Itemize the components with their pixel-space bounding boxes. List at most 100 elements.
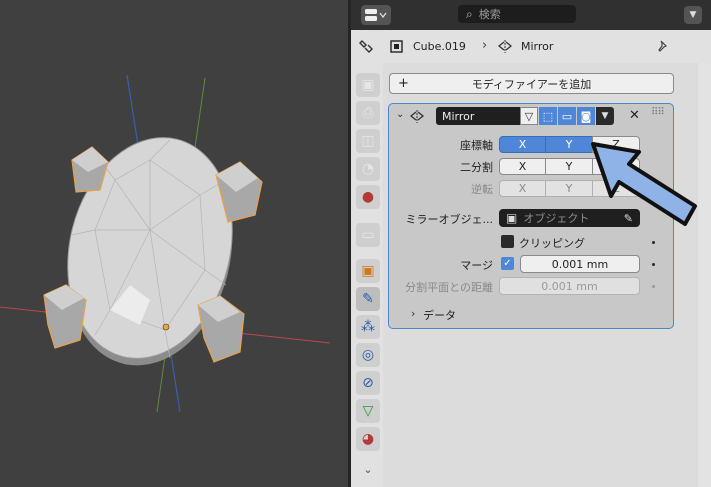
breadcrumb-separator: › <box>482 38 488 53</box>
axis-y-toggle[interactable]: Y <box>545 136 593 153</box>
tab-modifiers[interactable]: ✎ <box>356 287 380 311</box>
viewport-toggle[interactable]: ▭ <box>558 107 576 125</box>
dropdown-chevron-icon: ▼ <box>601 111 609 121</box>
merge-distance-value: 0.001 mm <box>551 257 609 271</box>
panel-scrollbar[interactable] <box>698 63 711 487</box>
search-field[interactable]: ⌕ 検索 <box>458 5 576 23</box>
search-icon: ⌕ <box>466 6 473 21</box>
scene-icon: ◔ <box>361 161 375 177</box>
edit-mode-cage-toggle[interactable]: ▽ <box>520 107 538 125</box>
modifier-name-field[interactable]: Mirror <box>436 107 520 125</box>
render-toggle[interactable]: ◙ <box>577 107 595 125</box>
pointer-arrow-annotation <box>591 142 697 226</box>
physics-icon: ◎ <box>361 347 375 363</box>
mirror-object-placeholder: オブジェクト <box>523 212 590 225</box>
bisect-distance-field[interactable]: 0.001 mm <box>499 277 640 295</box>
collection-icon: ▭ <box>361 227 375 243</box>
chevron-down-icon: ⌄ <box>363 462 373 476</box>
menu-chevron-button[interactable]: ▼ <box>684 6 702 24</box>
bisect-distance-label: 分割平面との距離 <box>405 281 493 294</box>
3d-viewport[interactable] <box>0 0 348 487</box>
constraints-icon: ⊘ <box>362 375 374 391</box>
breadcrumb-modifier[interactable]: Mirror <box>521 40 553 53</box>
render-icon: ▣ <box>361 77 375 93</box>
flip-y-toggle[interactable]: Y <box>545 180 593 197</box>
edit-mode-toggle[interactable]: ⬚ <box>539 107 557 125</box>
modifier-stack: + モディファイアーを追加 ⌄ Mirror ▽ ⬚ ▭ ◙ ▼ ✕ ⠿⠿ 座標… <box>383 63 711 487</box>
tab-view-layer[interactable]: ◫ <box>356 129 380 153</box>
data-subpanel-label[interactable]: データ <box>423 307 456 323</box>
add-modifier-label: モディファイアーを追加 <box>471 77 592 91</box>
bisect-label: 二分割 <box>460 161 493 174</box>
modifier-header: ⌄ Mirror ▽ ⬚ ▭ ◙ ▼ ✕ ⠿⠿ <box>389 104 673 128</box>
mirror-type-icon <box>409 110 425 123</box>
mirror-object-label: ミラーオブジェ... <box>405 213 494 226</box>
mirror-cube-bottom-right[interactable] <box>197 295 245 363</box>
data-expand-chevron-icon[interactable]: › <box>411 307 415 320</box>
context-header: Cube.019 › Mirror <box>351 30 711 63</box>
keyframe-dot[interactable] <box>652 263 655 266</box>
merge-label: マージ <box>460 259 493 272</box>
axis-y-label: Y <box>565 138 573 151</box>
wrench-tool-icon[interactable] <box>359 39 375 55</box>
tab-material[interactable]: ◕ <box>356 427 380 451</box>
collapse-chevron-icon[interactable]: ⌄ <box>396 109 404 120</box>
flip-x-label: X <box>518 182 527 195</box>
search-placeholder: 検索 <box>478 8 501 21</box>
flip-y-label: Y <box>565 182 573 195</box>
editor-type-icon <box>365 9 387 21</box>
remove-modifier-icon[interactable]: ✕ <box>629 108 640 123</box>
plus-icon: + <box>398 76 409 91</box>
object-square-icon <box>390 40 403 53</box>
bisect-y-toggle[interactable]: Y <box>545 158 593 175</box>
object-icon: ▣ <box>361 263 375 279</box>
object-picker-icon: ▣ <box>506 211 518 225</box>
world-icon: ● <box>361 189 375 205</box>
particles-icon: ⁂ <box>361 319 375 335</box>
tab-constraints[interactable]: ⊘ <box>356 371 380 395</box>
tab-output[interactable]: ⎙ <box>356 101 380 125</box>
clipping-checkbox[interactable] <box>501 235 514 248</box>
viewport-scene <box>0 74 331 413</box>
bisect-x-label: X <box>518 160 527 173</box>
tab-physics[interactable]: ◎ <box>356 343 380 367</box>
merge-distance-field[interactable]: 0.001 mm <box>520 255 640 273</box>
checkmark-icon: ✓ <box>503 258 512 269</box>
axis-label: 座標軸 <box>460 139 493 152</box>
menu-chevron-icon: ▼ <box>689 10 697 20</box>
bisect-distance-value: 0.001 mm <box>541 279 598 293</box>
modifier-dropdown[interactable]: ▼ <box>596 107 614 125</box>
tab-data[interactable]: ▽ <box>356 399 380 423</box>
camera-icon: ◙ <box>580 109 592 123</box>
bisect-x-toggle[interactable]: X <box>499 158 546 175</box>
tab-render[interactable]: ▣ <box>356 73 380 97</box>
tab-scene[interactable]: ◔ <box>356 157 380 181</box>
tab-object[interactable]: ▣ <box>356 259 380 283</box>
tab-more[interactable]: ⌄ <box>356 457 380 481</box>
output-icon: ⎙ <box>362 105 374 121</box>
properties-tabs: ▣ ⎙ ◫ ◔ ● ▭ ▣ ✎ ⁂ ◎ ⊘ ▽ ◕ ⌄ <box>351 63 383 487</box>
merge-checkbox[interactable]: ✓ <box>501 257 514 270</box>
data-icon: ▽ <box>362 403 374 419</box>
tab-world[interactable]: ● <box>356 185 380 209</box>
origin-point <box>162 323 170 331</box>
tab-collection[interactable]: ▭ <box>356 223 380 247</box>
modifier-name: Mirror <box>442 109 475 123</box>
tab-particles[interactable]: ⁂ <box>356 315 380 339</box>
object-name[interactable]: Cube.019 <box>413 40 466 53</box>
flip-x-toggle[interactable]: X <box>499 180 546 197</box>
material-icon: ◕ <box>361 431 375 447</box>
monitor-icon: ▭ <box>561 109 573 123</box>
keyframe-dot[interactable] <box>652 285 655 288</box>
drag-handle-icon[interactable]: ⠿⠿ <box>651 107 665 118</box>
add-modifier-button[interactable]: + モディファイアーを追加 <box>389 73 674 94</box>
clipping-label: クリッピング <box>519 237 585 250</box>
triangle-vertices-icon: ▽ <box>524 109 534 123</box>
editor-type-button[interactable] <box>361 5 391 25</box>
edit-mode-icon: ⬚ <box>542 109 554 123</box>
wrench-icon: ✎ <box>362 291 374 307</box>
axis-x-toggle[interactable]: X <box>499 136 546 153</box>
keyframe-dot[interactable] <box>652 241 655 244</box>
pin-icon[interactable] <box>656 39 670 53</box>
flip-label: 逆転 <box>471 183 493 196</box>
